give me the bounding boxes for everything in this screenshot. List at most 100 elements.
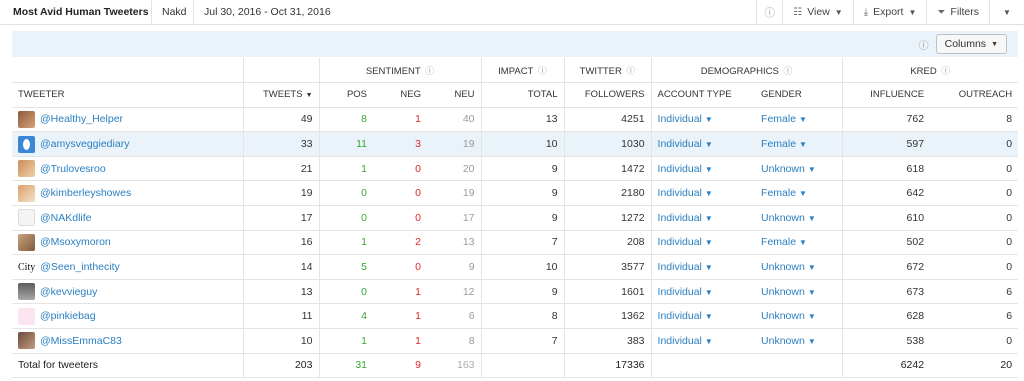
chevron-down-icon: ▼: [704, 213, 713, 223]
pos-cell: 1: [319, 230, 373, 256]
gender-cell[interactable]: Unknown ▼: [755, 254, 843, 280]
tweeter-link[interactable]: @pinkiebag: [40, 310, 96, 322]
account-type-cell[interactable]: Individual ▼: [651, 180, 756, 207]
table-row[interactable]: @pinkiebag 11 4 1 6 8 1362 Individual ▼ U…: [12, 303, 1019, 330]
neu-cell: 17: [427, 205, 482, 231]
account-type-cell[interactable]: Individual ▼: [651, 131, 756, 157]
tweeter-link[interactable]: @Seen_inthecity: [40, 261, 120, 273]
table-toolbar: ⓘ Columns ▼: [12, 31, 1018, 57]
col-outreach[interactable]: OUTREACH: [930, 82, 1019, 108]
totals-pos: 31: [319, 353, 373, 379]
col-neu[interactable]: NEU: [427, 82, 482, 108]
column-header-row: TWEETER TWEETS ▼ POS NEG NEU TOTAL FOLLOW…: [12, 82, 1019, 108]
gender-cell[interactable]: Unknown ▼: [755, 328, 843, 354]
help-icon[interactable]: ⓘ: [919, 37, 929, 52]
pos-cell: 4: [319, 303, 373, 330]
gender-cell[interactable]: Female ▼: [755, 180, 843, 207]
account-type-cell[interactable]: Individual ▼: [651, 107, 756, 133]
tweeter-link[interactable]: @amysveggiediary: [40, 138, 129, 150]
help-icon[interactable]: ⓘ: [535, 66, 547, 76]
account-type-cell[interactable]: Individual ▼: [651, 230, 756, 256]
col-neg[interactable]: NEG: [373, 82, 427, 108]
pos-cell: 0: [319, 180, 373, 207]
table-row[interactable]: @NAKdlife 17 0 0 17 9 1272 Individual ▼ U…: [12, 205, 1019, 231]
tweeter-link[interactable]: @Trulovesroo: [40, 163, 106, 175]
col-gender[interactable]: GENDER: [755, 82, 843, 108]
totals-followers: 17336: [564, 353, 652, 379]
help-icon[interactable]: ⓘ: [624, 66, 635, 76]
account-type-cell[interactable]: Individual ▼: [651, 156, 756, 182]
date-range[interactable]: Jul 30, 2016 - Oct 31, 2016: [194, 0, 341, 25]
neu-cell: 6: [427, 303, 482, 330]
more-menu-button[interactable]: ▼: [990, 0, 1024, 25]
help-icon[interactable]: ⓘ: [423, 66, 434, 76]
view-button[interactable]: ☷ View ▼: [783, 0, 854, 25]
gender-cell[interactable]: Unknown ▼: [755, 303, 843, 330]
help-icon[interactable]: ⓘ: [781, 66, 792, 76]
account-type-cell[interactable]: Individual ▼: [651, 279, 756, 305]
col-tweets[interactable]: TWEETS ▼: [243, 82, 320, 108]
chevron-down-icon: ▼: [799, 140, 807, 150]
tweeter-link[interactable]: @Healthy_Helper: [40, 113, 123, 125]
account-type-cell[interactable]: Individual ▼: [651, 328, 756, 354]
help-icon[interactable]: ⓘ: [939, 66, 950, 76]
export-label: Export: [873, 6, 904, 18]
tweeter-link[interactable]: @kevvieguy: [40, 286, 97, 298]
followers-cell: 4251: [564, 107, 652, 133]
table-row[interactable]: @MissEmmaC83 10 1 1 8 7 383 Individual ▼ …: [12, 328, 1019, 354]
outreach-cell: 0: [930, 230, 1019, 256]
outreach-cell: 0: [930, 254, 1019, 280]
tweets-cell: 49: [243, 107, 320, 133]
col-total[interactable]: TOTAL: [481, 82, 565, 108]
info-icon[interactable]: ⓘ: [757, 0, 784, 25]
gender-cell[interactable]: Unknown ▼: [755, 205, 843, 231]
gender-cell[interactable]: Female ▼: [755, 230, 843, 256]
influence-cell: 642: [842, 180, 931, 207]
outreach-cell: 6: [930, 303, 1019, 330]
account-type-cell[interactable]: Individual ▼: [651, 303, 756, 330]
account-type-cell[interactable]: Individual ▼: [651, 254, 756, 280]
total-cell: 10: [481, 131, 565, 157]
download-icon: ⤓: [863, 6, 869, 18]
table-row[interactable]: @kevvieguy 13 0 1 12 9 1601 Individual ▼ …: [12, 279, 1019, 305]
pos-cell: 8: [319, 107, 373, 133]
avatar: [18, 160, 35, 178]
influence-cell: 762: [842, 107, 931, 133]
table-row[interactable]: @Trulovesroo 21 1 0 20 9 1472 Individual…: [12, 156, 1019, 182]
table-row[interactable]: City @Seen_inthecity 14 5 0 9 10 3577 Ind…: [12, 254, 1019, 280]
gender-cell[interactable]: Female ▼: [755, 107, 843, 133]
gender-cell[interactable]: Unknown ▼: [755, 279, 843, 305]
chevron-down-icon: ▼: [799, 238, 807, 248]
tweeter-link[interactable]: @MissEmmaC83: [40, 335, 122, 347]
filters-button[interactable]: ⏷ Filters: [927, 0, 990, 25]
col-tweeter[interactable]: TWEETER: [12, 82, 244, 108]
tweets-cell: 13: [243, 279, 320, 305]
avatar: [18, 209, 35, 227]
chevron-down-icon: ▼: [799, 115, 807, 125]
gender-cell[interactable]: Female ▼: [755, 131, 843, 157]
neg-cell: 1: [373, 328, 427, 354]
table-row[interactable]: @kimberleyshowes 19 0 0 19 9 2180 Indivi…: [12, 180, 1019, 207]
tweets-cell: 33: [243, 131, 320, 157]
tweeter-link[interactable]: @kimberleyshowes: [40, 187, 131, 199]
totals-label: Total for tweeters: [12, 353, 244, 379]
columns-button[interactable]: Columns ▼: [935, 34, 1007, 54]
col-pos[interactable]: POS: [319, 82, 373, 108]
tweeter-link[interactable]: @NAKdlife: [40, 212, 92, 224]
neu-cell: 19: [427, 131, 482, 157]
col-account-type[interactable]: ACCOUNT TYPE: [651, 82, 756, 108]
tweeter-link[interactable]: @Msoxymoron: [40, 236, 111, 248]
totals-row: Total for tweeters 203 31 9 163 17336 62…: [12, 353, 1019, 379]
table-row[interactable]: @Msoxymoron 16 1 2 13 7 208 Individual ▼ …: [12, 230, 1019, 256]
gender-cell[interactable]: Unknown ▼: [755, 156, 843, 182]
chevron-down-icon: ▼: [807, 213, 816, 223]
table-row[interactable]: @Healthy_Helper 49 8 1 40 13 4251 Indivi…: [12, 107, 1019, 133]
table-row[interactable]: @amysveggiediary 33 11 3 19 10 1030 Indi…: [12, 131, 1019, 157]
export-button[interactable]: ⤓ Export ▼: [854, 0, 928, 25]
pos-cell: 11: [319, 131, 373, 157]
col-followers[interactable]: FOLLOWERS: [564, 82, 652, 108]
tweeter-cell: @Trulovesroo: [12, 156, 244, 182]
col-influence[interactable]: INFLUENCE: [842, 82, 931, 108]
account-type-cell[interactable]: Individual ▼: [651, 205, 756, 231]
totals-neu: 163: [427, 353, 482, 379]
